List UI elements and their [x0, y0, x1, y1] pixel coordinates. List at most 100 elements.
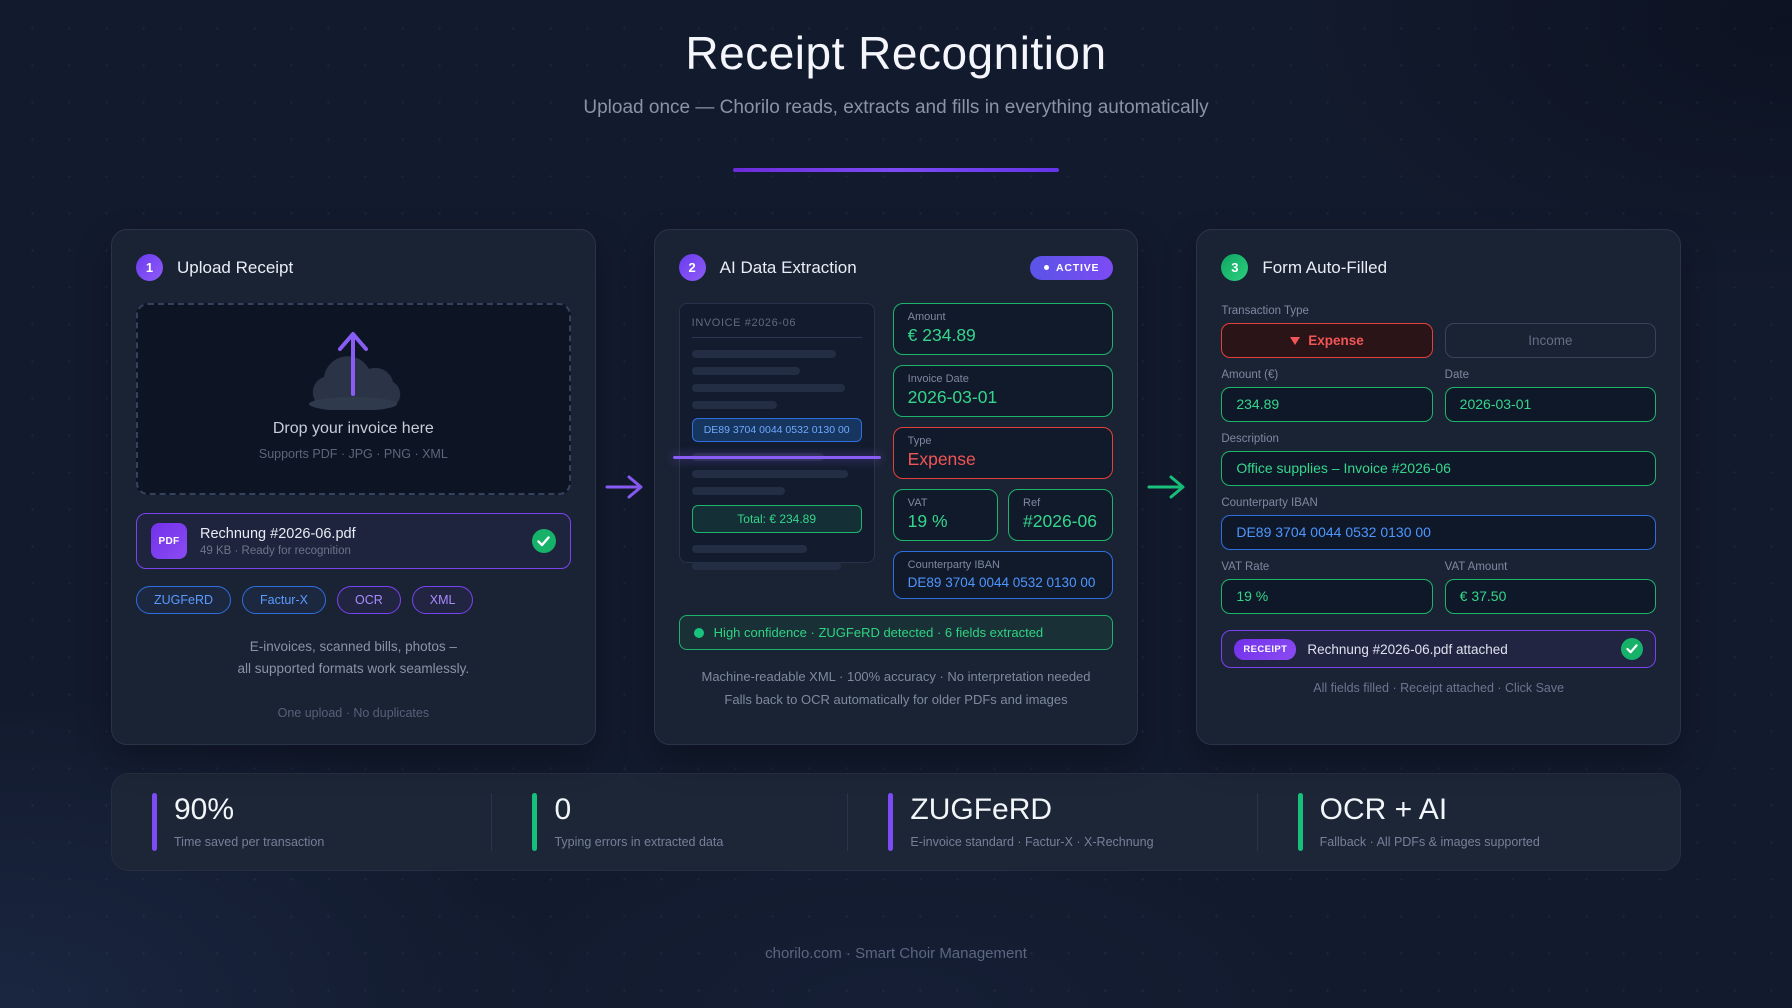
extracted-iban-field: Counterparty IBAN DE89 3704 0044 0532 01… — [893, 551, 1114, 599]
page-title: Receipt Recognition — [0, 26, 1792, 80]
stat-content: 90% Time saved per transaction — [174, 793, 324, 851]
skeleton-line — [692, 487, 786, 495]
transaction-type-label: Transaction Type — [1221, 305, 1656, 317]
vat-amount-label: VAT Amount — [1445, 561, 1656, 573]
stat-typing-errors: 0 Typing errors in extracted data — [491, 793, 847, 851]
vat-amount-group: VAT Amount € 37.50 — [1445, 550, 1656, 614]
active-dot-icon — [1044, 265, 1049, 270]
field-label: Counterparty IBAN — [908, 559, 1099, 571]
description-input[interactable]: Office supplies – Invoice #2026-06 — [1221, 451, 1656, 486]
upload-note: One upload · No duplicates — [136, 706, 571, 724]
chip-factur-x: Factur-X — [242, 586, 326, 614]
field-value: DE89 3704 0044 0532 0130 00 — [908, 575, 1099, 590]
extraction-body: INVOICE #2026-06 DE89 3704 0044 0532 013… — [679, 303, 1114, 599]
stat-value: OCR + AI — [1320, 793, 1540, 826]
upload-receipt-card: 1 Upload Receipt Drop your invoice here … — [111, 229, 596, 745]
vat-rate-input[interactable]: 19 % — [1221, 579, 1432, 614]
step-1-badge: 1 — [136, 254, 163, 281]
stat-value: 90% — [174, 793, 324, 826]
skeleton-line — [692, 367, 801, 375]
field-label: VAT — [908, 497, 983, 509]
amount-group: Amount (€) 234.89 — [1221, 358, 1432, 422]
dropzone-headline: Drop your invoice here — [273, 420, 434, 438]
flow-steps: 1 Upload Receipt Drop your invoice here … — [111, 229, 1681, 745]
receipt-check-icon — [1621, 638, 1643, 660]
field-label: Amount — [908, 311, 1099, 323]
scan-line — [673, 456, 881, 459]
arrow-right-purple-icon — [604, 474, 646, 500]
stat-time-saved: 90% Time saved per transaction — [112, 793, 491, 851]
stat-value: 0 — [554, 793, 723, 826]
description-label: Description — [1221, 433, 1656, 445]
skeleton-line — [692, 384, 845, 392]
expense-button-label: Expense — [1308, 333, 1364, 348]
stat-accent-bar — [152, 793, 157, 851]
expense-button[interactable]: Expense — [1221, 323, 1432, 358]
date-input[interactable]: 2026-03-01 — [1445, 387, 1656, 422]
skeleton-line — [692, 545, 808, 553]
extraction-notes: Machine-readable XML · 100% accuracy · N… — [679, 665, 1114, 712]
extracted-date-field: Invoice Date 2026-03-01 — [893, 365, 1114, 417]
stat-ocr-ai: OCR + AI Fallback · All PDFs & images su… — [1257, 793, 1680, 851]
field-value: 19 % — [908, 511, 983, 532]
flow-arrow-2 — [1138, 229, 1196, 745]
receipt-attached-row[interactable]: RECEIPT Rechnung #2026-06.pdf attached — [1221, 630, 1656, 668]
stats-bar: 90% Time saved per transaction 0 Typing … — [111, 773, 1681, 871]
stat-content: ZUGFeRD E-invoice standard · Factur-X · … — [910, 793, 1153, 851]
stat-zugferd: ZUGFeRD E-invoice standard · Factur-X · … — [847, 793, 1256, 851]
date-label: Date — [1445, 369, 1656, 381]
invoice-preview: INVOICE #2026-06 DE89 3704 0044 0532 013… — [679, 303, 875, 563]
invoice-total-highlight: Total: € 234.89 — [692, 505, 862, 533]
form-note: All fields filled · Receipt attached · C… — [1221, 681, 1656, 695]
extraction-card-title: AI Data Extraction — [720, 258, 857, 278]
skeleton-line — [692, 350, 837, 358]
chip-ocr: OCR — [337, 586, 401, 614]
expense-triangle-icon — [1290, 337, 1300, 345]
stat-accent-bar — [1298, 793, 1303, 851]
ai-extraction-card: 2 AI Data Extraction ACTIVE INVOICE #202… — [654, 229, 1139, 745]
file-name: Rechnung #2026-06.pdf — [200, 526, 356, 542]
page-subtitle: Upload once — Chorilo reads, extracts an… — [0, 97, 1792, 119]
confidence-dot-icon — [694, 628, 704, 638]
stat-content: OCR + AI Fallback · All PDFs & images su… — [1320, 793, 1540, 851]
active-status-label: ACTIVE — [1056, 262, 1099, 274]
active-status-badge: ACTIVE — [1030, 256, 1113, 280]
file-dropzone[interactable]: Drop your invoice here Supports PDF · JP… — [136, 303, 571, 495]
upload-description: E-invoices, scanned bills, photos – all … — [136, 636, 571, 679]
confidence-banner: High confidence · ZUGFeRD detected · 6 f… — [679, 615, 1114, 650]
vat-row: VAT Rate 19 % VAT Amount € 37.50 — [1221, 550, 1656, 614]
uploaded-file-row[interactable]: PDF Rechnung #2026-06.pdf 49 KB · Ready … — [136, 513, 571, 569]
receipt-badge: RECEIPT — [1234, 639, 1296, 660]
field-label: Invoice Date — [908, 373, 1099, 385]
stat-label: Fallback · All PDFs & images supported — [1320, 835, 1540, 849]
field-label: Ref — [1023, 497, 1098, 509]
upload-card-title: Upload Receipt — [177, 258, 293, 278]
amount-input[interactable]: 234.89 — [1221, 387, 1432, 422]
transaction-type-toggle: Expense Income — [1221, 323, 1656, 358]
stat-content: 0 Typing errors in extracted data — [554, 793, 723, 851]
extracted-vat-field: VAT 19 % — [893, 489, 998, 541]
stat-accent-bar — [888, 793, 893, 851]
file-info: Rechnung #2026-06.pdf 49 KB · Ready for … — [200, 526, 356, 557]
date-group: Date 2026-03-01 — [1445, 358, 1656, 422]
iban-label: Counterparty IBAN — [1221, 497, 1656, 509]
chip-zugferd: ZUGFeRD — [136, 586, 231, 614]
extracted-fields: Amount € 234.89 Invoice Date 2026-03-01 … — [893, 303, 1114, 599]
format-chips: ZUGFeRD Factur-X OCR XML — [136, 586, 571, 614]
extracted-ref-field: Ref #2026-06 — [1008, 489, 1113, 541]
extracted-amount-field: Amount € 234.89 — [893, 303, 1114, 355]
upload-card-header: 1 Upload Receipt — [136, 254, 571, 281]
amount-label: Amount (€) — [1221, 369, 1432, 381]
stat-accent-bar — [532, 793, 537, 851]
income-button-label: Income — [1528, 333, 1572, 348]
vat-rate-label: VAT Rate — [1221, 561, 1432, 573]
skeleton-line — [692, 562, 842, 570]
step-3-badge: 3 — [1221, 254, 1248, 281]
hero: Receipt Recognition Upload once — Choril… — [0, 0, 1792, 172]
pdf-file-icon: PDF — [151, 523, 187, 559]
vat-amount-input[interactable]: € 37.50 — [1445, 579, 1656, 614]
upload-description-line2: all supported formats work seamlessly. — [238, 661, 470, 676]
chip-xml: XML — [412, 586, 474, 614]
iban-input[interactable]: DE89 3704 0044 0532 0130 00 — [1221, 515, 1656, 550]
income-button[interactable]: Income — [1445, 323, 1656, 358]
